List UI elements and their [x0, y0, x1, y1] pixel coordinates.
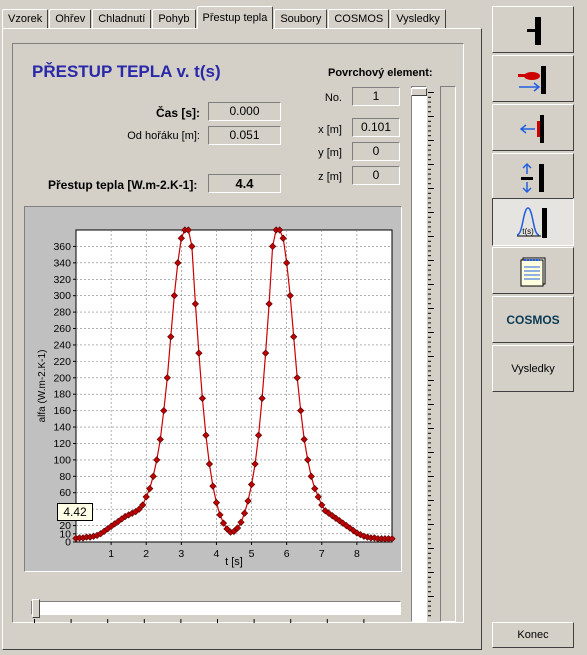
y-tick-label: 240 [53, 339, 71, 351]
time-slider-ticks [34, 619, 365, 623]
cas-value: 0.000 [208, 102, 281, 121]
y-axis-label: alfa (W.m-2.K-1) [37, 350, 48, 423]
plot-area [75, 229, 393, 543]
side-scrollbar[interactable] [440, 86, 456, 622]
tab-soubory[interactable]: Soubory [274, 9, 328, 28]
element-x-label: x [m] [318, 124, 342, 136]
element-z-label: z [m] [318, 171, 342, 183]
x-tick-label: 5 [249, 548, 255, 560]
cosmos-button[interactable]: COSMOS [492, 296, 574, 343]
od-horaku-value: 0.051 [208, 126, 281, 145]
element-trackbar-track[interactable] [411, 86, 427, 622]
prestup-label: Přestup tepla [W.m-2.K-1]: [48, 178, 198, 192]
tab-ohrev[interactable]: Ohřev [49, 9, 92, 28]
heating-button[interactable] [492, 55, 574, 102]
page-title: PŘESTUP TEPLA v. t(s) [32, 62, 221, 81]
tab-pohyb[interactable]: Pohyb [152, 9, 196, 28]
element-trackbar-ticks [428, 92, 434, 617]
y-tick-label: 260 [53, 323, 71, 335]
svg-text:t(s): t(s) [522, 227, 534, 236]
movement-arrows-icon [521, 162, 544, 193]
tab-bar: Vzorek Ohřev Chladnutí Pohyb Přestup tep… [2, 6, 447, 29]
y-tick-label: 100 [53, 454, 71, 466]
element-no-value: 1 [352, 87, 400, 106]
y-tick-label: 180 [53, 389, 71, 401]
x-tick-label: 3 [178, 548, 184, 560]
element-y-value: 0 [352, 142, 400, 161]
movement-button[interactable] [492, 153, 574, 200]
heat-transfer-curve-icon: t(s) [516, 207, 547, 238]
y-tick-label: 300 [53, 290, 71, 302]
time-slider-track[interactable] [31, 601, 401, 615]
cooling-arrow-icon [519, 114, 544, 143]
x-tick-label: 6 [284, 548, 290, 560]
element-header: Povrchový element: [328, 67, 433, 79]
notepad-icon [520, 257, 546, 286]
heat-transfer-button[interactable]: t(s) [492, 198, 574, 246]
y-tick-label: 80 [59, 471, 71, 483]
x-tick-label: 8 [354, 548, 360, 560]
tab-cosmos[interactable]: COSMOS [328, 9, 390, 28]
files-button[interactable] [492, 247, 574, 294]
y-tick-label: 160 [53, 405, 71, 417]
x-tick-label: 1 [108, 548, 114, 560]
element-x-value: 0.101 [352, 118, 400, 137]
cooling-button[interactable] [492, 104, 574, 151]
tab-prestup-tepla[interactable]: Přestup tepla [196, 6, 274, 29]
flame-heating-icon [518, 65, 546, 94]
element-z-value: 0 [352, 166, 400, 185]
y-tick-label: 120 [53, 438, 71, 450]
y-tick-label: 340 [53, 257, 71, 269]
x-tick-label: 7 [319, 548, 325, 560]
y-tick-label: 280 [53, 307, 71, 319]
time-slider-thumb[interactable] [32, 599, 40, 618]
konec-button[interactable]: Konec [492, 622, 574, 648]
element-trackbar-thumb[interactable] [411, 88, 427, 96]
y-tick-label: 320 [53, 274, 71, 286]
od-horaku-label: Od hořáku [m]: [127, 130, 200, 142]
element-no-label: No. [324, 92, 342, 104]
x-axis-label: t [s] [225, 556, 243, 568]
cas-label: Čas [s]: [155, 106, 200, 120]
tab-vzorek[interactable]: Vzorek [2, 9, 49, 28]
element-button[interactable] [492, 6, 574, 53]
tab-vysledky[interactable]: Vysledky [390, 9, 446, 28]
element-y-label: y [m] [318, 147, 342, 159]
x-tick-label: 2 [143, 548, 149, 560]
y-tick-label: 20 [59, 520, 71, 532]
y-tick-label: 140 [53, 422, 71, 434]
prestup-value: 4.4 [208, 174, 281, 193]
vysledky-button[interactable]: Vysledky [492, 345, 574, 392]
x-tick-label: 4 [214, 548, 220, 560]
y-tick-label: 360 [53, 241, 71, 253]
tab-chladnuti[interactable]: Chladnutí [92, 9, 152, 28]
y-tick-label: 200 [53, 372, 71, 384]
cursor-value-box: 4.42 [57, 503, 93, 521]
y-tick-label: 220 [53, 356, 71, 368]
element-marker-icon [527, 16, 541, 45]
y-tick-label: 60 [59, 487, 71, 499]
